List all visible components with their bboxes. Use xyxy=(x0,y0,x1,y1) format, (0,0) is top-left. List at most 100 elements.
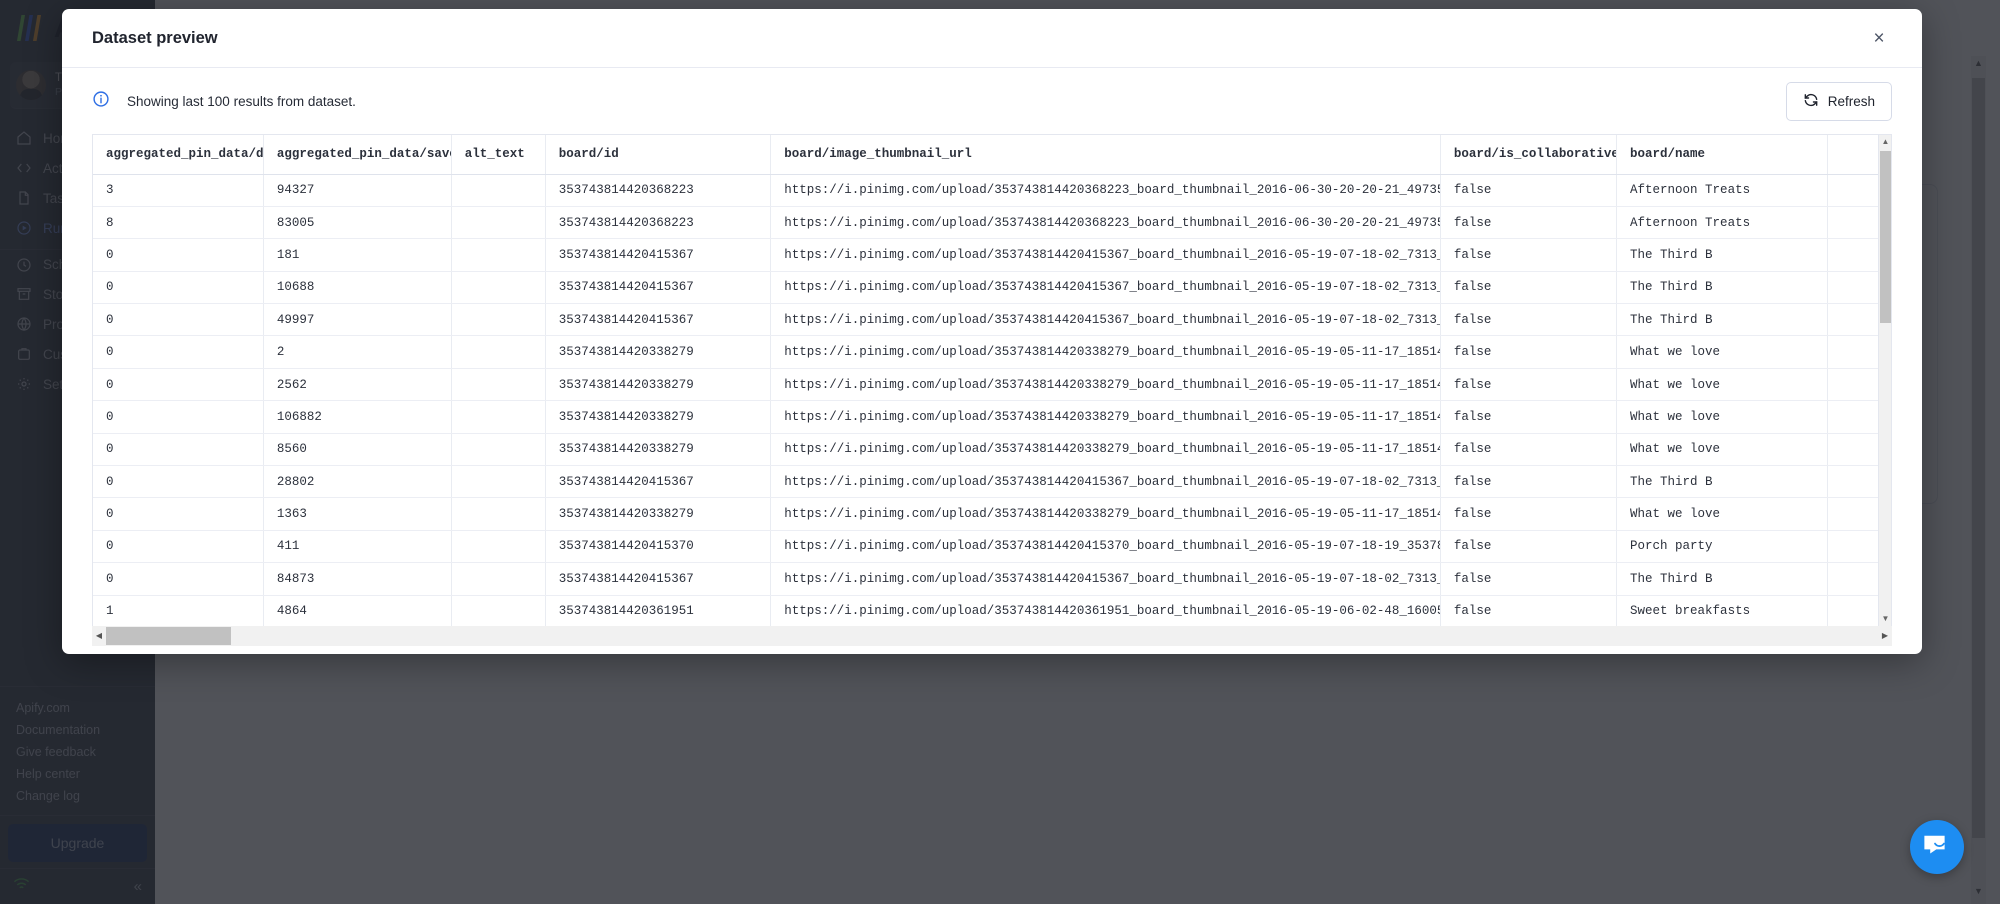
cell-aggregated-pin-data-saves: 181 xyxy=(263,238,452,272)
table-scrollbar-thumb[interactable] xyxy=(1880,151,1891,323)
cell-aggregated-pin-data-saves: 2562 xyxy=(263,368,452,402)
cell-aggregated-pin-data-done: 3 xyxy=(93,174,264,207)
cell-board-image-thumbnail-url: https://i.pinimg.com/upload/353743814420… xyxy=(770,400,1441,434)
table-body: 3 94327 353743814420368223 https://i.pinimg… xyxy=(93,174,1891,626)
cell-aggregated-pin-data-saves: 4864 xyxy=(263,595,452,626)
cell-board-is-collaborative: false xyxy=(1440,530,1618,564)
column-header-aggregated-pin-data-done[interactable]: aggregated_pin_data/done xyxy=(93,135,264,175)
scroll-left-icon[interactable]: ◀ xyxy=(92,626,106,646)
dataset-table-container: aggregated_pin_data/done aggregated_pin_… xyxy=(92,134,1892,626)
cell-aggregated-pin-data-done: 0 xyxy=(93,562,264,596)
table-row[interactable]: 0 411 353743814420415370 https://i.pinimg.c… xyxy=(93,530,1891,564)
table-row[interactable]: 0 10688 353743814420415367 https://i.pinimg… xyxy=(93,271,1891,305)
cell-board-is-collaborative: false xyxy=(1440,497,1618,531)
table-scroll-up-icon[interactable]: ▲ xyxy=(1879,135,1891,149)
cell-alt-text xyxy=(451,206,546,240)
cell-board-is-collaborative: false xyxy=(1440,400,1618,434)
cell-aggregated-pin-data-done: 8 xyxy=(93,206,264,240)
column-header-alt-text[interactable]: alt_text xyxy=(451,135,546,175)
column-header-board-id[interactable]: board/id xyxy=(545,135,772,175)
cell-alt-text xyxy=(451,368,546,402)
column-header-board-image-thumbnail-url[interactable]: board/image_thumbnail_url xyxy=(770,135,1441,175)
table-horizontal-scrollbar[interactable]: ◀ ▶ xyxy=(92,626,1892,646)
cell-aggregated-pin-data-saves: 84873 xyxy=(263,562,452,596)
table-row[interactable]: 0 28802 353743814420415367 https://i.pinimg… xyxy=(93,465,1891,499)
cell-aggregated-pin-data-saves: 1363 xyxy=(263,497,452,531)
cell-aggregated-pin-data-done: 1 xyxy=(93,595,264,626)
table-vertical-scrollbar[interactable]: ▲ ▼ xyxy=(1878,135,1891,626)
cell-board-id: 353743814420415367 xyxy=(545,562,772,596)
cell-board-is-collaborative: false xyxy=(1440,433,1618,467)
dataset-notice-text: Showing last 100 results from dataset. xyxy=(127,93,356,109)
cell-board-image-thumbnail-url: https://i.pinimg.com/upload/353743814420… xyxy=(770,595,1441,626)
table-row[interactable]: 0 106882 353743814420338279 https://i.pinim… xyxy=(93,400,1891,434)
cell-board-is-collaborative: false xyxy=(1440,368,1618,402)
cell-board-name: What we love xyxy=(1616,335,1829,369)
refresh-button[interactable]: Refresh xyxy=(1785,81,1892,121)
column-header-board-name[interactable]: board/name xyxy=(1616,135,1829,175)
cell-aggregated-pin-data-saves: 8560 xyxy=(263,433,452,467)
cell-board-id: 353743814420338279 xyxy=(545,400,772,434)
cell-alt-text xyxy=(451,497,546,531)
close-icon[interactable]: × xyxy=(1866,25,1892,51)
modal-header: Dataset preview × xyxy=(62,9,1922,68)
cell-board-is-collaborative: false xyxy=(1440,335,1618,369)
cell-alt-text xyxy=(451,174,546,207)
column-header-aggregated-pin-data-saves[interactable]: aggregated_pin_data/saves xyxy=(263,135,452,175)
cell-board-id: 353743814420415367 xyxy=(545,303,772,337)
table-row[interactable]: 8 83005 353743814420368223 https://i.pinimg… xyxy=(93,206,1891,240)
cell-board-is-collaborative: false xyxy=(1440,174,1618,207)
table-row[interactable]: 0 1363 353743814420338279 https://i.pinimg.… xyxy=(93,497,1891,531)
refresh-button-label: Refresh xyxy=(1827,93,1875,109)
intercom-chat-button[interactable] xyxy=(1910,820,1964,874)
table-row[interactable]: 0 84873 353743814420415367 https://i.pinimg… xyxy=(93,562,1891,596)
cell-board-is-collaborative: false xyxy=(1440,595,1618,626)
cell-board-image-thumbnail-url: https://i.pinimg.com/upload/353743814420… xyxy=(770,368,1441,402)
cell-board-is-collaborative: false xyxy=(1440,271,1618,305)
cell-board-image-thumbnail-url: https://i.pinimg.com/upload/353743814420… xyxy=(770,497,1441,531)
cell-board-image-thumbnail-url: https://i.pinimg.com/upload/353743814420… xyxy=(770,303,1441,337)
cell-aggregated-pin-data-done: 0 xyxy=(93,303,264,337)
cell-alt-text xyxy=(451,335,546,369)
cell-board-id: 353743814420338279 xyxy=(545,497,772,531)
cell-board-image-thumbnail-url: https://i.pinimg.com/upload/353743814420… xyxy=(770,271,1441,305)
cell-aggregated-pin-data-saves: 106882 xyxy=(263,400,452,434)
table-row[interactable]: 3 94327 353743814420368223 https://i.pinimg… xyxy=(93,174,1891,207)
cell-aggregated-pin-data-saves: 83005 xyxy=(263,206,452,240)
cell-board-id: 353743814420368223 xyxy=(545,174,772,207)
cell-board-id: 353743814420415367 xyxy=(545,238,772,272)
table-row[interactable]: 1 4864 353743814420361951 https://i.pinimg.… xyxy=(93,595,1891,626)
table-row[interactable]: 0 8560 353743814420338279 https://i.pinimg.… xyxy=(93,433,1891,467)
cell-board-name: The Third B xyxy=(1616,562,1829,596)
cell-board-image-thumbnail-url: https://i.pinimg.com/upload/353743814420… xyxy=(770,562,1441,596)
hscrollbar-thumb[interactable] xyxy=(106,627,231,645)
cell-board-id: 353743814420338279 xyxy=(545,368,772,402)
cell-aggregated-pin-data-done: 0 xyxy=(93,368,264,402)
cell-board-is-collaborative: false xyxy=(1440,303,1618,337)
cell-aggregated-pin-data-done: 0 xyxy=(93,497,264,531)
cell-board-name: Sweet breakfasts xyxy=(1616,595,1829,626)
refresh-icon xyxy=(1803,92,1819,111)
scroll-right-icon[interactable]: ▶ xyxy=(1878,626,1892,646)
cell-board-id: 353743814420368223 xyxy=(545,206,772,240)
cell-alt-text xyxy=(451,303,546,337)
chat-bubble-icon xyxy=(1921,831,1952,863)
cell-board-is-collaborative: false xyxy=(1440,465,1618,499)
cell-aggregated-pin-data-done: 0 xyxy=(93,530,264,564)
column-header-board-is-collaborative[interactable]: board/is_collaborative xyxy=(1440,135,1618,175)
table-row[interactable]: 0 2562 353743814420338279 https://i.pinimg.… xyxy=(93,368,1891,402)
table-row[interactable]: 0 2 353743814420338279 https://i.pinimg.com… xyxy=(93,335,1891,369)
cell-board-name: What we love xyxy=(1616,368,1829,402)
cell-aggregated-pin-data-done: 0 xyxy=(93,400,264,434)
cell-aggregated-pin-data-done: 0 xyxy=(93,465,264,499)
modal-subheader: Showing last 100 results from dataset. R… xyxy=(62,68,1922,134)
cell-alt-text xyxy=(451,271,546,305)
cell-aggregated-pin-data-saves: 28802 xyxy=(263,465,452,499)
cell-board-image-thumbnail-url: https://i.pinimg.com/upload/353743814420… xyxy=(770,433,1441,467)
table-row[interactable]: 0 181 353743814420415367 https://i.pinimg.c… xyxy=(93,238,1891,272)
table-scroll-down-icon[interactable]: ▼ xyxy=(1879,612,1891,626)
table-header: aggregated_pin_data/done aggregated_pin_… xyxy=(93,135,1891,175)
cell-board-image-thumbnail-url: https://i.pinimg.com/upload/353743814420… xyxy=(770,465,1441,499)
modal-title: Dataset preview xyxy=(92,28,218,47)
table-row[interactable]: 0 49997 353743814420415367 https://i.pinimg… xyxy=(93,303,1891,337)
